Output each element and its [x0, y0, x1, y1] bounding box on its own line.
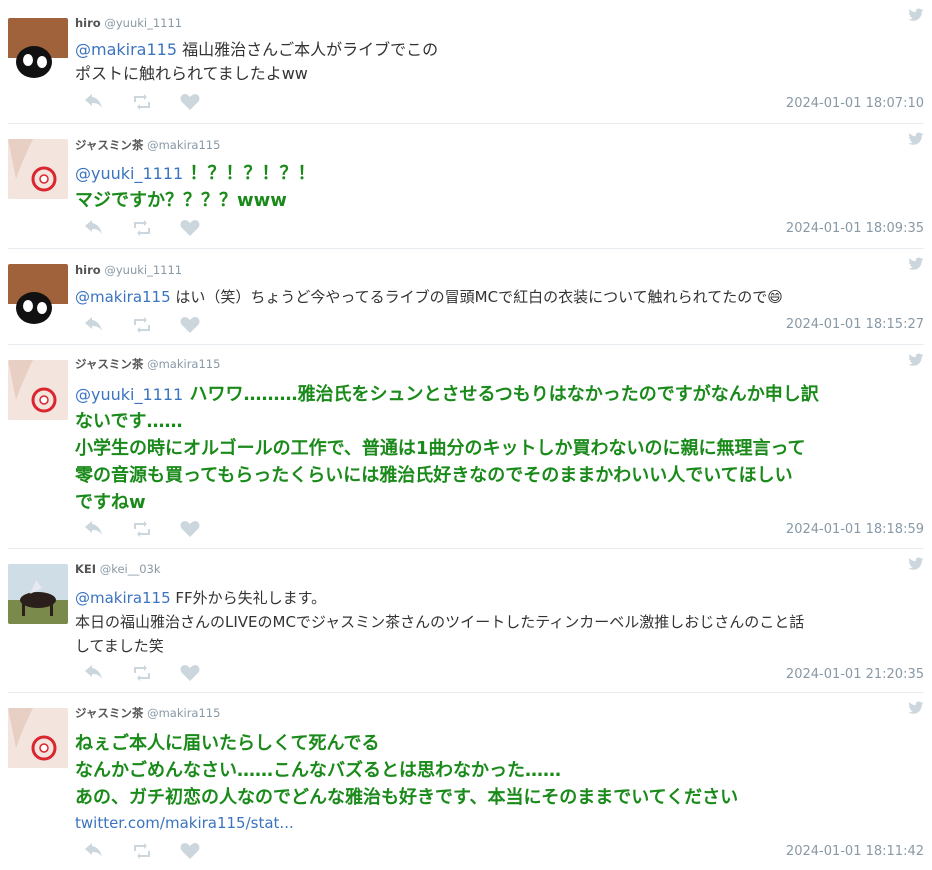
tweet-header: ジャスミン茶 @makira115 [75, 357, 220, 371]
reply-icon[interactable] [84, 220, 104, 236]
mention-link[interactable]: @makira115 [75, 40, 177, 59]
user-handle[interactable]: @makira115 [147, 357, 220, 371]
tweet[interactable]: hiro @yuuki_1111 @makira115 福山雅治さんご本人がライ… [8, 0, 924, 124]
tweet[interactable]: ジャスミン茶 @makira115 @yuuki_1111 ハワワ………雅治氏を… [8, 345, 924, 549]
user-name[interactable]: ジャスミン茶 [75, 706, 143, 720]
text-line: ねぇご本人に届いたらしくて死んでる [75, 733, 380, 754]
tweet-text: ねぇご本人に届いたらしくて死んでる なんかごめんなさい……こんなバズるとは思わな… [75, 730, 924, 811]
text-line: ポストに触れられてましたよww [75, 64, 308, 83]
tweet-actions [84, 94, 200, 110]
user-handle[interactable]: @kei__03k [100, 562, 161, 576]
user-name[interactable]: hiro [75, 263, 101, 277]
user-handle[interactable]: @makira115 [147, 706, 220, 720]
timestamp[interactable]: 2024-01-01 18:18:59 [786, 522, 924, 537]
retweet-icon[interactable] [132, 317, 152, 333]
twitter-bird-icon [908, 257, 924, 270]
tweet-actions [84, 521, 200, 537]
retweet-icon[interactable] [132, 843, 152, 859]
timestamp[interactable]: 2024-01-01 18:15:27 [786, 317, 924, 332]
user-handle[interactable]: @makira115 [147, 138, 220, 152]
text-line: 小学生の時にオルゴールの工作で、普通は1曲分のキットしか買わないのに親に無理言っ… [75, 438, 806, 459]
mention-link[interactable]: @makira115 [75, 288, 171, 306]
tweet-link-row: twitter.com/makira115/stat... [75, 811, 924, 835]
tweet-actions [84, 220, 200, 236]
heart-icon[interactable] [180, 317, 200, 333]
heart-icon[interactable] [180, 843, 200, 859]
text-line: FF外から失礼します。 [170, 589, 327, 607]
user-name[interactable]: hiro [75, 16, 101, 30]
twitter-bird-icon [908, 8, 924, 21]
avatar[interactable] [8, 360, 68, 420]
twitter-bird-icon [908, 132, 924, 145]
tweet-text: @makira115 福山雅治さんご本人がライブでこの ポストに触れられてました… [75, 38, 924, 86]
twitter-bird-icon [908, 701, 924, 714]
text-line: はい（笑）ちょうど今やってるライブの冒頭MCで紅白の衣装について触れられてたので… [170, 288, 783, 306]
tweet-text: @makira115 はい（笑）ちょうど今やってるライブの冒頭MCで紅白の衣装に… [75, 285, 924, 309]
reply-icon[interactable] [84, 665, 104, 681]
retweet-icon[interactable] [132, 220, 152, 236]
text-line: してました笑 [75, 637, 164, 655]
text-line: ないです…… [75, 411, 183, 432]
text-line: ！？！？！？！ [183, 163, 316, 184]
heart-icon[interactable] [180, 94, 200, 110]
mention-link[interactable]: @yuuki_1111 [75, 385, 183, 404]
tweet[interactable]: ジャスミン茶 @makira115 @yuuki_1111 ！？！？！？！ マジ… [8, 124, 924, 249]
tweet-header: ジャスミン茶 @makira115 [75, 138, 220, 152]
reply-icon[interactable] [84, 843, 104, 859]
tweet[interactable]: hiro @yuuki_1111 @makira115 はい（笑）ちょうど今やっ… [8, 249, 924, 345]
tweet[interactable]: ジャスミン茶 @makira115 ねぇご本人に届いたらしくて死んでる なんかご… [8, 693, 924, 870]
reply-icon[interactable] [84, 317, 104, 333]
tweet-header: hiro @yuuki_1111 [75, 263, 182, 277]
tweet-actions [84, 317, 200, 333]
text-line: マジですか？？？？www [75, 190, 287, 211]
text-line: 本日の福山雅治さんのLIVEのMCでジャスミン茶さんのツイートしたティンカーベル… [75, 613, 805, 631]
twitter-bird-icon [908, 353, 924, 366]
avatar[interactable] [8, 708, 68, 768]
timestamp[interactable]: 2024-01-01 21:20:35 [786, 667, 924, 682]
text-line: ハワワ………雅治氏をシュンとさせるつもりはなかったのですがなんか申し訳 [183, 384, 819, 405]
user-handle[interactable]: @yuuki_1111 [104, 263, 182, 277]
heart-icon[interactable] [180, 665, 200, 681]
tweet-header: KEI @kei__03k [75, 562, 161, 576]
text-line: 福山雅治さんご本人がライブでこの [177, 40, 439, 59]
timeline: hiro @yuuki_1111 @makira115 福山雅治さんご本人がライ… [0, 0, 932, 870]
timestamp[interactable]: 2024-01-01 18:07:10 [786, 96, 924, 111]
avatar[interactable] [8, 139, 68, 199]
reply-icon[interactable] [84, 521, 104, 537]
retweet-icon[interactable] [132, 665, 152, 681]
reply-icon[interactable] [84, 94, 104, 110]
timestamp[interactable]: 2024-01-01 18:09:35 [786, 221, 924, 236]
heart-icon[interactable] [180, 220, 200, 236]
tweet-text: @yuuki_1111 ハワワ………雅治氏をシュンとさせるつもりはなかったのです… [75, 381, 924, 516]
tweet-text: @makira115 FF外から失礼します。 本日の福山雅治さんのLIVEのMC… [75, 586, 924, 658]
tweet-text: @yuuki_1111 ！？！？！？！ マジですか？？？？www [75, 160, 924, 214]
text-line: ですねw [75, 492, 146, 513]
retweet-icon[interactable] [132, 94, 152, 110]
avatar[interactable] [8, 264, 68, 324]
user-handle[interactable]: @yuuki_1111 [104, 16, 182, 30]
user-name[interactable]: KEI [75, 562, 96, 576]
tweet-header: hiro @yuuki_1111 [75, 16, 182, 30]
tweet[interactable]: KEI @kei__03k @makira115 FF外から失礼します。 本日の… [8, 549, 924, 693]
retweet-icon[interactable] [132, 521, 152, 537]
mention-link[interactable]: @yuuki_1111 [75, 164, 183, 183]
timestamp[interactable]: 2024-01-01 18:11:42 [786, 844, 924, 859]
tweet-actions [84, 843, 200, 859]
tweet-header: ジャスミン茶 @makira115 [75, 706, 220, 720]
text-line: あの、ガチ初恋の人なのでどんな雅治も好きです、本当にそのままでいてください [75, 787, 739, 808]
twitter-bird-icon [908, 557, 924, 570]
tweet-actions [84, 665, 200, 681]
text-line: なんかごめんなさい……こんなバズるとは思わなかった…… [75, 760, 561, 781]
tweet-link[interactable]: twitter.com/makira115/stat... [75, 814, 294, 832]
user-name[interactable]: ジャスミン茶 [75, 357, 143, 371]
text-line: 零の音源も買ってもらったくらいには雅治氏好きなのでそのままかわいい人でいてほしい [75, 465, 793, 486]
avatar[interactable] [8, 564, 68, 624]
avatar[interactable] [8, 18, 68, 78]
heart-icon[interactable] [180, 521, 200, 537]
mention-link[interactable]: @makira115 [75, 589, 171, 607]
user-name[interactable]: ジャスミン茶 [75, 138, 143, 152]
